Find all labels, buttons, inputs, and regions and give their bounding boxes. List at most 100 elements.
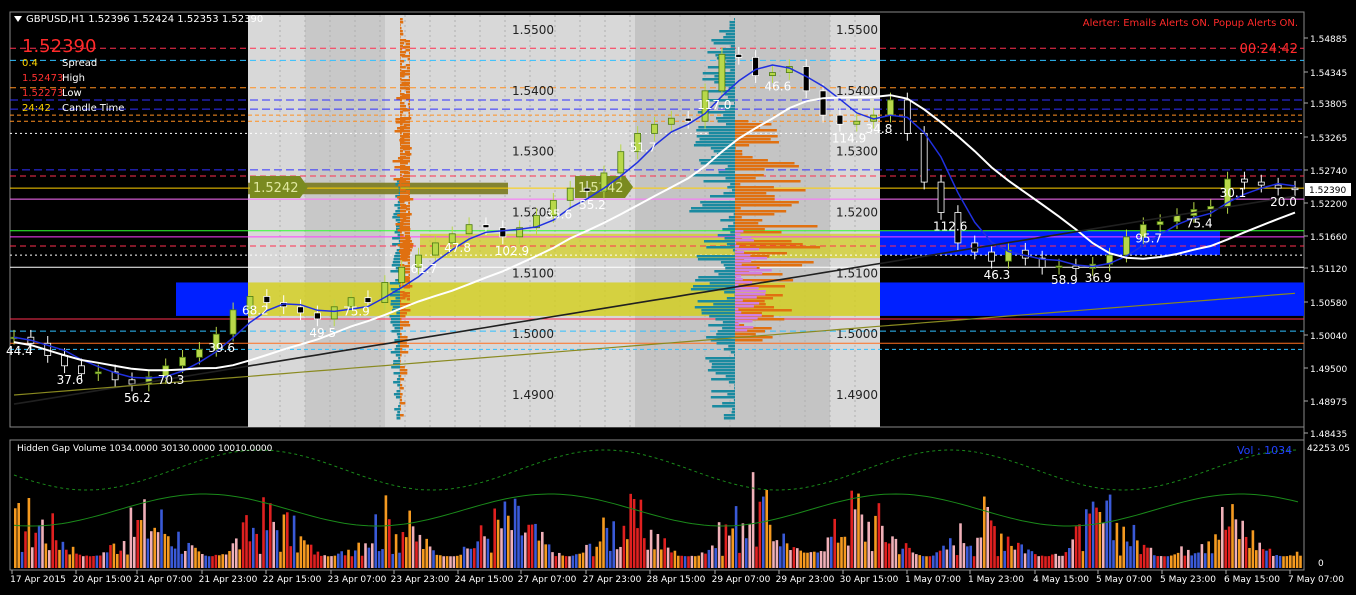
profile-bar: [399, 189, 400, 192]
profile-bar: [401, 145, 410, 148]
volume-bar: [666, 547, 670, 568]
profile-bar: [400, 414, 404, 417]
level-tag-text: 1.5242: [253, 181, 299, 196]
volume-bar: [901, 548, 904, 568]
candle: [920, 133, 928, 183]
chart-menu-icon[interactable]: [14, 16, 22, 22]
candle: [1072, 265, 1080, 269]
volume-bar: [561, 555, 564, 568]
volume-bar: [58, 549, 61, 568]
volume-bar: [568, 556, 571, 568]
profile-bar: [404, 235, 410, 238]
volume-bar: [894, 538, 898, 568]
volume-bar: [819, 550, 823, 568]
volume-bar: [683, 556, 687, 568]
volume-bar: [1149, 547, 1153, 568]
volume-bar: [938, 550, 942, 568]
profile-bar: [711, 39, 735, 42]
volume-bar: [490, 552, 493, 568]
volume-bar: [34, 532, 37, 568]
profile-bar: [394, 130, 410, 133]
profile-bar: [395, 210, 400, 213]
volume-bar: [1285, 556, 1289, 568]
profile-bar: [695, 141, 735, 144]
candle: [988, 251, 996, 262]
profile-bar: [397, 196, 410, 199]
volume-bar: [1282, 556, 1285, 568]
profile-bar: [405, 190, 410, 193]
profile-bar: [735, 293, 766, 296]
volume-bar: [479, 525, 483, 568]
profile-bar: [400, 105, 406, 108]
volume-bar: [1034, 554, 1037, 568]
profile-bar: [699, 138, 735, 141]
volume-bar: [411, 526, 415, 568]
volume-bar: [439, 555, 442, 568]
profile-bar: [400, 48, 403, 51]
profile-bar: [400, 174, 402, 177]
profile-level-label: 1.5100: [512, 266, 554, 280]
range-label: 30.1: [1220, 186, 1247, 200]
volume-bar: [1190, 555, 1193, 568]
volume-bar: [989, 520, 993, 568]
volume-bar: [102, 552, 105, 568]
profile-bar: [409, 169, 410, 172]
volume-bar: [680, 555, 683, 568]
volume-bar: [534, 523, 537, 568]
volume-bar: [78, 554, 82, 568]
profile-bar: [715, 372, 735, 375]
range-label: 55.2: [579, 198, 606, 212]
candle: [769, 72, 776, 77]
volume-bar: [1272, 555, 1275, 568]
volume-bar: [201, 554, 204, 568]
range-label: 46.3: [984, 268, 1011, 282]
profile-bar: [735, 177, 756, 180]
volume-bar: [711, 545, 714, 568]
volume-bar: [884, 542, 887, 568]
profile-bar: [735, 263, 742, 266]
volume-bar: [629, 493, 632, 568]
profile-bar: [392, 160, 410, 163]
volume-bar: [1231, 504, 1234, 568]
volume-bar: [816, 552, 819, 568]
profile-bar: [400, 384, 403, 387]
chart-canvas[interactable]: 1.5500 1.5500 1.5400 1.5400 1.5300 1.5300 1.52…: [0, 0, 1356, 595]
range-label: 75.4: [1186, 216, 1213, 230]
volume-bar: [836, 542, 840, 568]
volume-bar: [262, 497, 265, 568]
profile-bar: [734, 387, 735, 390]
candle: [819, 90, 827, 116]
profile-bar: [732, 249, 735, 252]
candle: [583, 187, 591, 192]
volume-bar: [289, 546, 292, 568]
profile-bar: [390, 318, 400, 321]
profile-bar: [393, 178, 410, 181]
profile-bar: [399, 181, 410, 184]
candle: [398, 266, 406, 283]
profile-bar: [400, 369, 408, 372]
volume-bar: [758, 501, 762, 568]
profile-bar: [697, 258, 735, 261]
profile-bar: [735, 207, 741, 210]
profile-bar: [716, 117, 735, 120]
volume-bar: [258, 553, 262, 568]
volume-bar: [95, 555, 99, 568]
volume-bar: [320, 555, 323, 568]
candle: [364, 297, 372, 303]
volume-bar: [1125, 541, 1129, 568]
volume-bar: [486, 538, 490, 568]
profile-bar: [400, 396, 402, 399]
volume-bar: [925, 556, 928, 568]
volume-bar: [445, 556, 449, 568]
time-tick-label: 22 Apr 15:00: [263, 575, 322, 585]
info-label: High: [62, 73, 85, 84]
volume-bar: [656, 533, 660, 568]
profile-bar: [735, 204, 792, 207]
candle: [465, 224, 473, 235]
profile-bar: [409, 85, 410, 88]
volume-bar: [1068, 548, 1071, 568]
candle: [482, 224, 490, 229]
range-label: 61.7: [411, 262, 438, 276]
profile-bar: [730, 183, 735, 186]
info-label: Candle Time: [62, 103, 125, 114]
